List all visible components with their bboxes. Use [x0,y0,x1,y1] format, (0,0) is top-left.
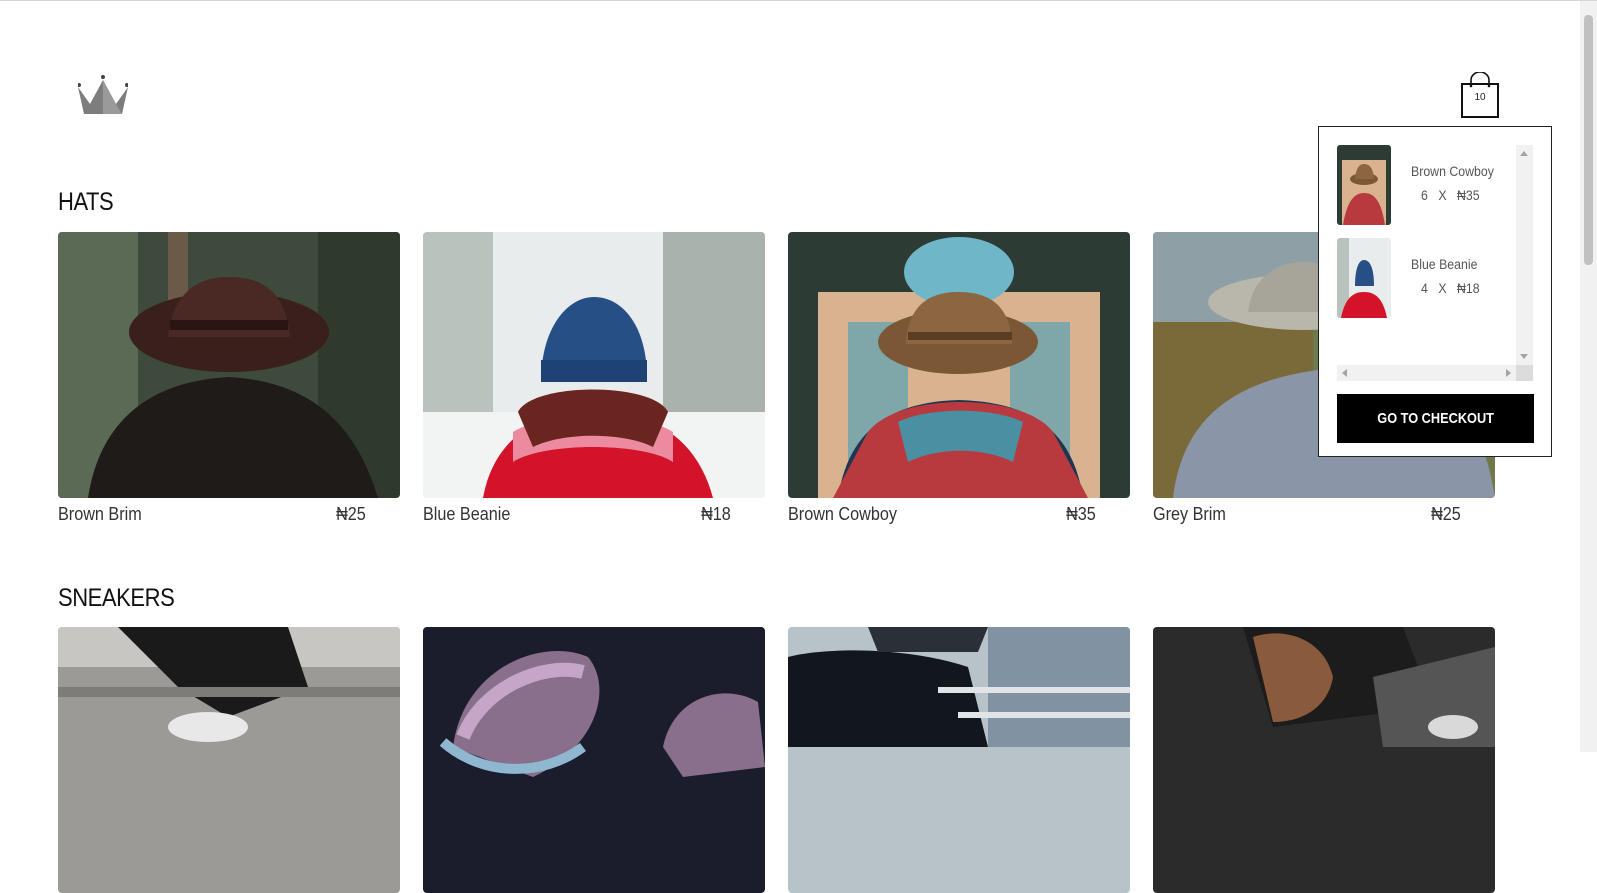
page-scrollbar[interactable] [1580,1,1597,752]
cart-item: Blue Beanie 4 X ₦18 [1337,238,1515,318]
product-meta: Brown Brim ₦25 [58,504,400,525]
product-price: ₦18 [701,504,731,524]
section-title-hats[interactable]: HATS [58,188,114,217]
hats-product-row: Brown Brim ₦25 Blue Beanie ₦18 Brown Cow… [58,232,1495,525]
product-card[interactable] [1153,627,1495,893]
product-card[interactable] [58,627,400,893]
cart-items-list[interactable]: Brown Cowboy 6 X ₦35 Blue Beanie 4 X ₦18 [1337,145,1533,381]
section-title-sneakers[interactable]: SNEAKERS [58,584,175,613]
product-price: ₦25 [1431,504,1461,524]
cart-item-image [1337,238,1391,318]
product-name: Grey Brim [1153,504,1226,524]
product-card[interactable]: Brown Cowboy ₦35 [788,232,1130,525]
product-image[interactable] [788,627,1130,893]
product-meta: Brown Cowboy ₦35 [788,504,1130,525]
product-image[interactable] [1153,627,1495,893]
crown-logo-icon[interactable] [77,74,129,116]
product-card[interactable] [788,627,1130,893]
cart-item-quantity: 4 X ₦18 [1421,280,1480,296]
cart-item-count: 10 [1474,92,1486,103]
page-scrollbar-thumb[interactable] [1584,15,1593,265]
cart-item: Brown Cowboy 6 X ₦35 [1337,145,1515,225]
cart-dropdown: Brown Cowboy 6 X ₦35 Blue Beanie 4 X ₦18 [1318,126,1552,457]
top-border [0,0,1597,1]
product-name: Brown Brim [58,504,142,524]
product-name: Blue Beanie [423,504,511,524]
product-image[interactable] [423,232,765,498]
cart-horizontal-scrollbar[interactable] [1337,365,1516,381]
product-card[interactable] [423,627,765,893]
product-image[interactable] [58,627,400,893]
product-image[interactable] [58,232,400,498]
product-name: Brown Cowboy [788,504,897,524]
cart-item-name: Brown Cowboy [1411,163,1494,179]
scroll-up-arrow-icon[interactable] [1520,151,1528,156]
scrollbar-corner [1516,365,1533,381]
product-meta: Grey Brim ₦25 [1153,504,1495,525]
scroll-left-arrow-icon[interactable] [1342,369,1347,377]
cart-item-name: Blue Beanie [1411,256,1478,272]
product-image[interactable] [423,627,765,893]
cart-item-image [1337,145,1391,225]
scroll-down-arrow-icon[interactable] [1520,354,1528,359]
product-meta: Blue Beanie ₦18 [423,504,765,525]
product-card[interactable]: Blue Beanie ₦18 [423,232,765,525]
sneakers-product-row [58,627,1495,893]
shopping-bag-icon[interactable]: 10 [1461,71,1499,118]
scroll-right-arrow-icon[interactable] [1506,369,1511,377]
cart-item-quantity: 6 X ₦35 [1421,187,1480,203]
cart-vertical-scrollbar[interactable] [1516,145,1533,365]
go-to-checkout-button[interactable]: GO TO CHECKOUT [1337,394,1534,443]
product-image[interactable] [788,232,1130,498]
product-card[interactable]: Brown Brim ₦25 [58,232,400,525]
product-price: ₦35 [1066,504,1096,524]
product-price: ₦25 [336,504,366,524]
